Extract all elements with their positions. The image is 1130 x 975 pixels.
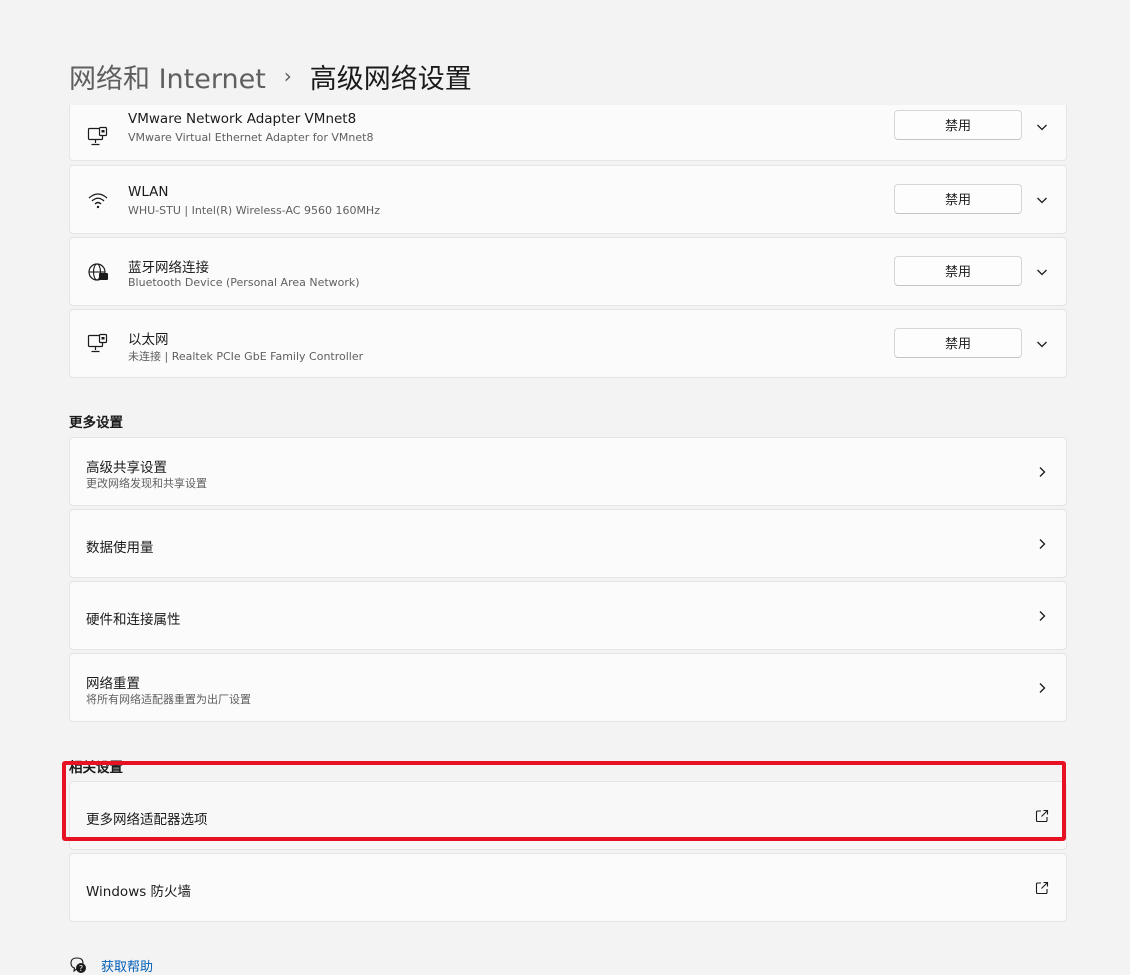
adapter-card-ethernet[interactable]: 以太网 未连接 | Realtek PCIe GbE Family Contro… xyxy=(69,309,1067,378)
settings-item-subtitle: 将所有网络适配器重置为出厂设置 xyxy=(86,693,251,706)
adapter-name: VMware Network Adapter VMnet8 xyxy=(128,111,357,127)
breadcrumb-parent[interactable]: 网络和 Internet xyxy=(69,57,266,96)
disable-button[interactable]: 禁用 xyxy=(894,255,1022,286)
ethernet-icon xyxy=(87,126,108,145)
settings-item-title: 高级共享设置 xyxy=(86,460,167,476)
settings-item-more-adapter-options[interactable]: 更多网络适配器选项 xyxy=(69,781,1067,850)
help-icon: ? xyxy=(70,957,86,973)
chevron-down-icon[interactable] xyxy=(1034,192,1050,208)
settings-item-title: 更多网络适配器选项 xyxy=(86,812,208,828)
adapter-card-wlan[interactable]: WLAN WHU-STU | Intel(R) Wireless-AC 9560… xyxy=(69,165,1067,234)
settings-item-data-usage[interactable]: 数据使用量 xyxy=(69,509,1067,578)
adapter-name: WLAN xyxy=(128,184,169,200)
get-help-link[interactable]: 获取帮助 xyxy=(101,956,153,975)
settings-item-title: Windows 防火墙 xyxy=(86,884,192,900)
adapter-description: WHU-STU | Intel(R) Wireless-AC 9560 160M… xyxy=(128,204,380,217)
chevron-right-icon xyxy=(1039,466,1046,477)
disable-button[interactable]: 禁用 xyxy=(894,327,1022,358)
adapter-card-vmnet8[interactable]: VMware Network Adapter VMnet8 VMware Vir… xyxy=(69,105,1067,161)
settings-item-subtitle: 更改网络发现和共享设置 xyxy=(86,477,207,490)
help-section: ? 获取帮助 xyxy=(69,955,153,975)
external-link-icon xyxy=(1035,809,1049,822)
adapter-card-bluetooth[interactable]: 蓝牙网络连接 Bluetooth Device (Personal Area N… xyxy=(69,237,1067,306)
page-title: 高级网络设置 xyxy=(309,63,472,95)
related-settings-heading: 相关设置 xyxy=(69,760,123,776)
adapter-name: 蓝牙网络连接 xyxy=(128,260,209,276)
globe-icon xyxy=(88,262,108,281)
breadcrumb-separator: › xyxy=(283,64,292,88)
more-settings-heading: 更多设置 xyxy=(69,415,123,431)
chevron-down-icon[interactable] xyxy=(1034,119,1050,135)
settings-item-network-reset[interactable]: 网络重置 将所有网络适配器重置为出厂设置 xyxy=(69,653,1067,722)
disable-button[interactable]: 禁用 xyxy=(894,183,1022,214)
settings-item-title: 数据使用量 xyxy=(86,540,154,556)
adapter-description: Bluetooth Device (Personal Area Network) xyxy=(128,276,360,289)
chevron-right-icon xyxy=(1039,682,1046,693)
adapter-description: 未连接 | Realtek PCIe GbE Family Controller xyxy=(128,350,364,363)
wifi-icon xyxy=(88,192,108,208)
adapter-name: 以太网 xyxy=(128,332,169,348)
chevron-right-icon xyxy=(1039,610,1046,621)
chevron-right-icon xyxy=(1039,538,1046,549)
settings-item-windows-firewall[interactable]: Windows 防火墙 xyxy=(69,853,1067,922)
settings-item-hardware-properties[interactable]: 硬件和连接属性 xyxy=(69,581,1067,650)
ethernet-icon xyxy=(87,333,108,352)
svg-text:?: ? xyxy=(79,964,83,973)
settings-item-title: 硬件和连接属性 xyxy=(86,612,181,628)
settings-item-advanced-sharing[interactable]: 高级共享设置 更改网络发现和共享设置 xyxy=(69,437,1067,506)
breadcrumb: 网络和 Internet › 高级网络设置 xyxy=(69,56,472,96)
chevron-down-icon[interactable] xyxy=(1034,264,1050,280)
external-link-icon xyxy=(1035,881,1049,894)
settings-item-title: 网络重置 xyxy=(86,676,140,692)
chevron-down-icon[interactable] xyxy=(1034,336,1050,352)
disable-button[interactable]: 禁用 xyxy=(894,109,1022,140)
adapter-description: VMware Virtual Ethernet Adapter for VMne… xyxy=(128,131,374,144)
